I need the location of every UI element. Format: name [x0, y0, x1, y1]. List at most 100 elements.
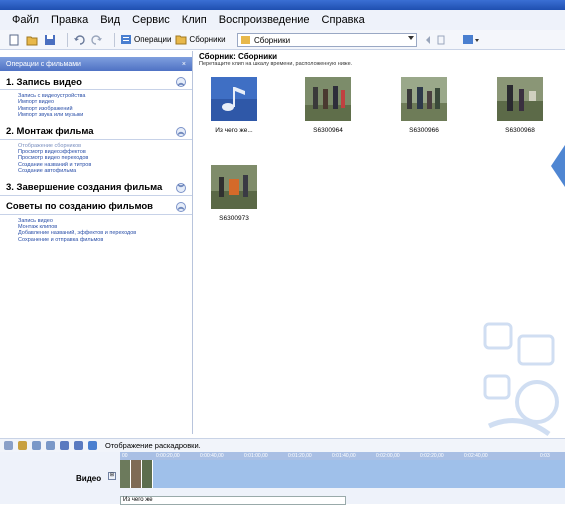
video-clip-icon	[497, 77, 543, 121]
ruler-tick: 0:01:20,00	[288, 453, 312, 459]
new-project-icon[interactable]	[8, 34, 20, 46]
item-caption: S6300966	[409, 127, 439, 134]
collection-item[interactable]: Из чего же...	[211, 77, 257, 134]
storyboard-toggle-label[interactable]: Отображение раскадровки.	[105, 441, 201, 450]
video-track-clips[interactable]	[120, 460, 153, 488]
section-edit-movie: 2. Монтаж фильма ︽ Отображение сборников…	[0, 125, 192, 177]
operations-label: Операции	[134, 35, 172, 44]
item-caption: S6300973	[219, 215, 249, 222]
section-links: Запись видео Монтаж клипов Добавление на…	[0, 215, 192, 246]
section-capture-video: 1. Запись видео ︽ Запись с видеоустройст…	[0, 75, 192, 121]
storyboard-icon[interactable]	[4, 441, 13, 450]
collection-hint: Перетащите клип на шкалу времени, распол…	[199, 61, 353, 67]
collections-folder-icon	[175, 35, 187, 45]
expand-icon[interactable]: ︾	[176, 182, 186, 193]
ruler-tick: 0:03	[540, 453, 550, 459]
timeline-clip[interactable]	[120, 460, 131, 488]
collection-item[interactable]: S6300973	[211, 165, 257, 222]
section-title[interactable]: 2. Монтаж фильма ︽	[0, 125, 192, 140]
menu-edit[interactable]: Правка	[51, 14, 88, 26]
menu-playback[interactable]: Воспроизведение	[219, 14, 310, 26]
time-ruler[interactable]: 00 0:00:20,00 0:00:40,00 0:01:00,00 0:01…	[120, 452, 565, 460]
ruler-tick: 0:00:40,00	[200, 453, 224, 459]
video-track[interactable]	[120, 460, 565, 488]
operations-icon	[121, 35, 131, 44]
menu-tools[interactable]: Сервис	[132, 14, 170, 26]
storyboard-toolbar: Отображение раскадровки.	[0, 438, 565, 452]
tasks-pane-title: Операции с фильмами	[6, 60, 81, 68]
collection-select-value: Сборники	[254, 35, 291, 45]
timeline: 00 0:00:20,00 0:00:40,00 0:01:00,00 0:01…	[0, 452, 565, 505]
ruler-tick: 0:02:40,00	[464, 453, 488, 459]
video-track-label: Видео	[76, 474, 102, 483]
ruler-tick: 00	[122, 453, 128, 459]
undo-icon[interactable]	[73, 34, 85, 46]
expand-track-icon[interactable]: ⊞	[108, 472, 116, 480]
section-title-text: 3. Завершение создания фильма	[6, 182, 163, 194]
collections-button[interactable]: Сборники	[175, 34, 226, 45]
task-link[interactable]: Импорт звука или музыки	[18, 112, 192, 118]
menu-bar: Файл Правка Вид Сервис Клип Воспроизведе…	[0, 10, 565, 30]
collection-item[interactable]: S6300968	[497, 77, 543, 134]
movie-tasks-pane: Операции с фильмами × 1. Запись видео ︽ …	[0, 51, 193, 434]
menu-view[interactable]: Вид	[100, 14, 120, 26]
ruler-tick: 0:01:40,00	[332, 453, 356, 459]
task-link[interactable]: Создание автофильма	[18, 168, 192, 174]
collection-select[interactable]: Сборники	[237, 33, 417, 47]
window-titlebar	[0, 0, 565, 10]
rewind-icon[interactable]	[60, 441, 69, 450]
section-links: Запись с видеоустройства Импорт видео Им…	[0, 90, 192, 121]
section-title[interactable]: 3. Завершение создания фильма ︾	[0, 181, 192, 196]
collection-nav-icons[interactable]	[424, 34, 456, 46]
collections-label: Сборники	[189, 35, 226, 44]
collection-item[interactable]: S6300964	[305, 77, 351, 134]
view-options-icon[interactable]	[462, 34, 480, 46]
section-title[interactable]: 1. Запись видео ︽	[0, 75, 192, 90]
narration-icon[interactable]	[18, 441, 27, 450]
section-title-text: 2. Монтаж фильма	[6, 126, 94, 138]
zoom-in-icon[interactable]	[32, 441, 41, 450]
zoom-out-icon[interactable]	[46, 441, 55, 450]
item-caption: Из чего же...	[215, 127, 253, 134]
collapse-icon[interactable]: ︽	[176, 77, 186, 87]
menu-clip[interactable]: Клип	[182, 14, 207, 26]
toolbar-separator	[67, 32, 68, 47]
play-icon[interactable]	[74, 441, 83, 450]
timeline-clip[interactable]	[142, 460, 153, 488]
section-movie-tips: Советы по созданию фильмов ︽ Запись виде…	[0, 200, 192, 246]
section-finish-movie: 3. Завершение создания фильма ︾	[0, 181, 192, 196]
open-project-icon[interactable]	[26, 34, 38, 46]
collection-title: Сборник: Сборники	[199, 52, 278, 61]
save-project-icon[interactable]	[44, 34, 56, 46]
menu-help[interactable]: Справка	[322, 14, 365, 26]
storyboard-view-icon[interactable]	[88, 441, 97, 450]
collapse-icon[interactable]: ︽	[176, 126, 186, 137]
music-note-icon	[211, 77, 257, 121]
video-clip-icon	[211, 165, 257, 209]
tasks-pane-header: Операции с фильмами ×	[0, 57, 192, 71]
timeline-clip[interactable]	[131, 460, 142, 488]
video-clip-icon	[401, 77, 447, 121]
section-links: Отображение сборников Просмотр видеоэффе…	[0, 140, 192, 177]
section-title-text: 1. Запись видео	[6, 76, 82, 88]
collection-select-icon	[241, 36, 250, 44]
video-clip-icon	[305, 77, 351, 121]
section-title-text: Советы по созданию фильмов	[6, 201, 154, 213]
operations-button[interactable]: Операции	[120, 34, 171, 45]
ruler-tick: 0:00:20,00	[156, 453, 180, 459]
collection-pane: Сборник: Сборники Перетащите клип на шка…	[193, 51, 565, 437]
ruler-tick: 0:02:00,00	[376, 453, 400, 459]
section-title[interactable]: Советы по созданию фильмов ︽	[0, 200, 192, 215]
redo-icon[interactable]	[91, 34, 103, 46]
toolbar-separator	[114, 32, 115, 47]
task-link[interactable]: Сохранение и отправка фильмов	[18, 237, 192, 243]
ruler-tick: 0:02:20,00	[420, 453, 444, 459]
collapse-icon[interactable]: ︽	[176, 201, 186, 212]
item-caption: S6300968	[505, 127, 535, 134]
ruler-tick: 0:01:00,00	[244, 453, 268, 459]
menu-file[interactable]: Файл	[12, 14, 39, 26]
close-icon[interactable]: ×	[182, 61, 186, 68]
item-caption: S6300964	[313, 127, 343, 134]
chevron-down-icon[interactable]	[408, 36, 414, 40]
collection-item[interactable]: S6300966	[401, 77, 447, 134]
